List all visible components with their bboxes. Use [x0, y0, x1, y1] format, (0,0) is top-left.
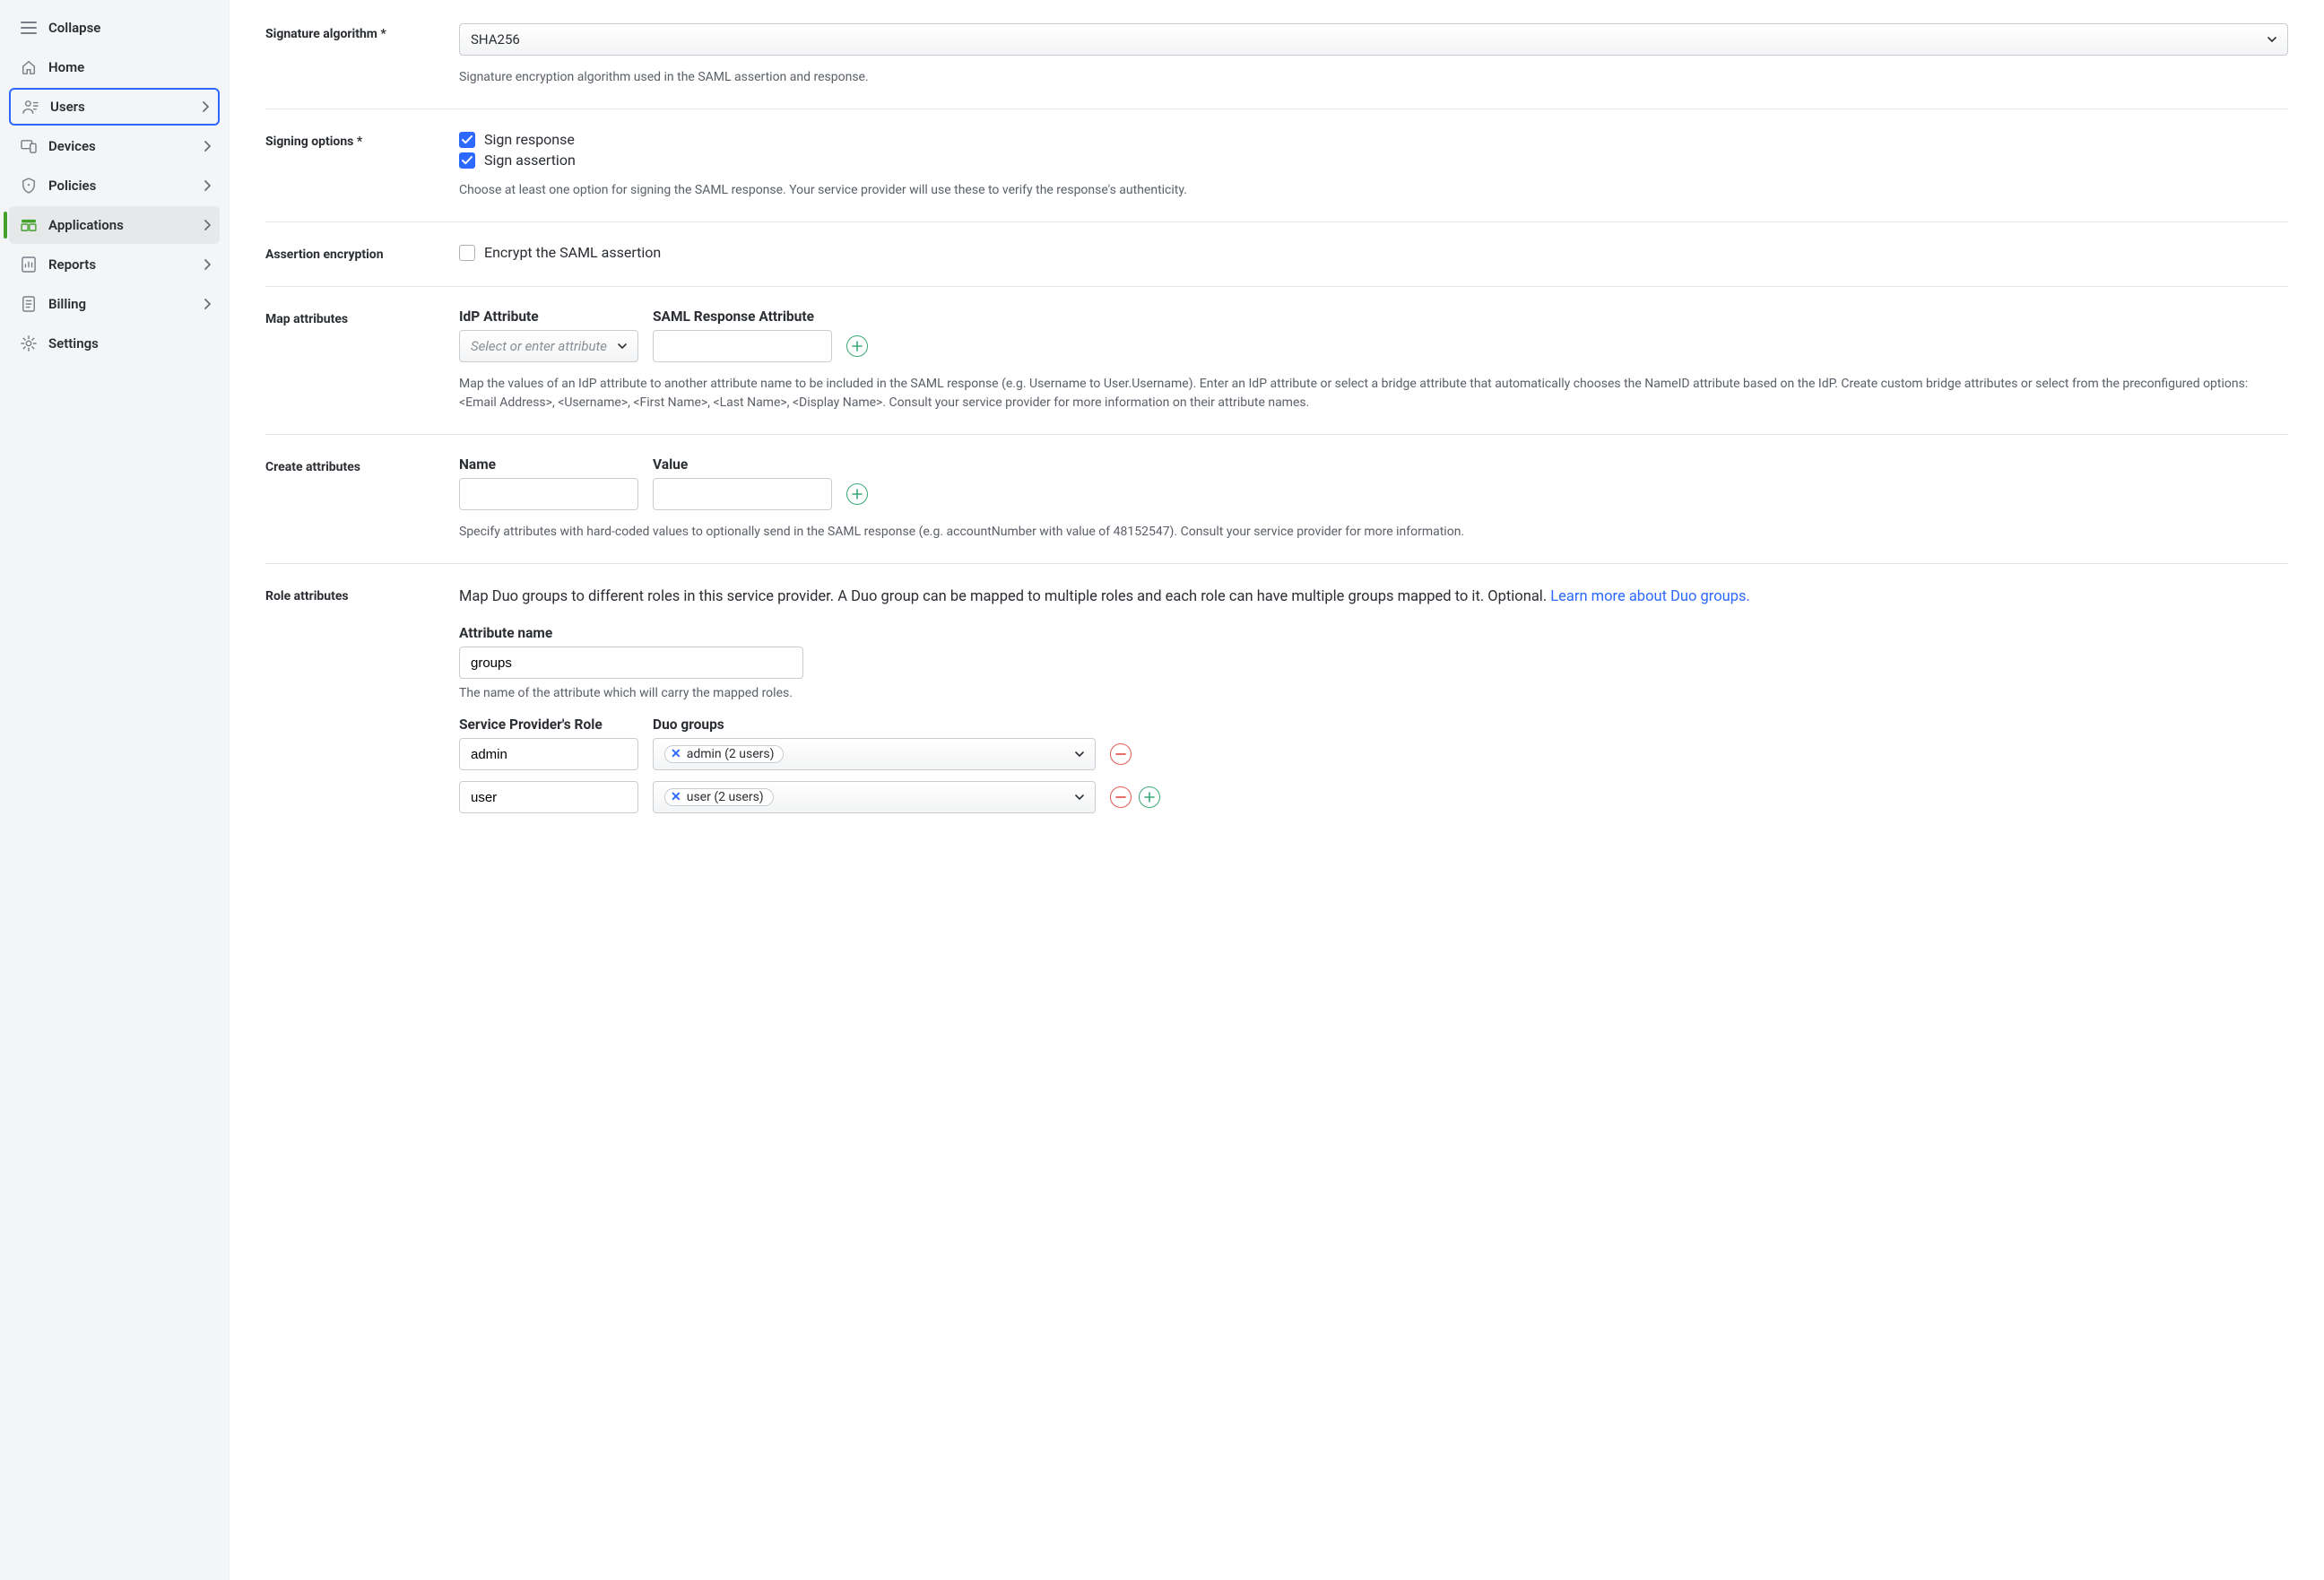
role-attr-row: ✕ admin (2 users) [459, 738, 2288, 770]
sidebar-billing[interactable]: Billing [9, 285, 220, 323]
role-attr-intro: Map Duo groups to different roles in thi… [459, 586, 2288, 609]
chevron-right-icon [204, 180, 211, 191]
checkbox-encrypt-assertion-label: Encrypt the SAML assertion [484, 244, 661, 261]
role-attr-col-role: Service Provider's Role [459, 716, 638, 733]
map-attr-add-button[interactable] [846, 335, 868, 357]
caret-down-icon [618, 343, 627, 349]
checkbox-sign-response-label: Sign response [484, 131, 575, 148]
section-role-attributes: Role attributes Map Duo groups to differ… [265, 564, 2288, 846]
checkbox-sign-assertion[interactable] [459, 152, 475, 169]
chevron-right-icon [204, 259, 211, 270]
sidebar-collapse[interactable]: Collapse [9, 9, 220, 47]
reports-icon [16, 256, 41, 273]
label-signing-options: Signing options * [265, 131, 438, 200]
label-role-attributes: Role attributes [265, 586, 438, 824]
sidebar-home-label: Home [41, 59, 211, 75]
role-attr-role-input[interactable] [459, 738, 638, 770]
role-attr-row: ✕ user (2 users) [459, 781, 2288, 813]
signature-algorithm-value: SHA256 [471, 31, 520, 48]
label-map-attributes: Map attributes [265, 308, 438, 412]
label-assertion-encryption: Assertion encryption [265, 244, 438, 265]
signature-algorithm-select[interactable]: SHA256 [459, 23, 2288, 56]
remove-chip-icon[interactable]: ✕ [671, 747, 681, 761]
create-attr-help: Specify attributes with hard-coded value… [459, 523, 2288, 542]
map-attr-saml-input[interactable] [653, 330, 832, 362]
section-signature-algorithm: Signature algorithm * SHA256 Signature e… [265, 16, 2288, 109]
map-attr-idp-select[interactable]: Select or enter attribute [459, 330, 638, 362]
role-attr-role-input[interactable] [459, 781, 638, 813]
group-chip-label: user (2 users) [687, 790, 764, 804]
role-attr-name-input[interactable] [459, 647, 803, 679]
role-attr-name-help: The name of the attribute which will car… [459, 686, 2288, 700]
checkbox-sign-assertion-label: Sign assertion [484, 152, 576, 169]
create-attr-col-value: Value [653, 456, 832, 473]
sidebar-home[interactable]: Home [9, 48, 220, 86]
group-chip: ✕ user (2 users) [664, 788, 774, 806]
users-icon [18, 100, 43, 114]
sidebar-billing-label: Billing [41, 296, 204, 312]
role-attr-remove-button[interactable] [1110, 786, 1132, 808]
applications-icon [16, 219, 41, 231]
map-attr-col-saml: SAML Response Attribute [653, 308, 832, 325]
billing-icon [16, 296, 41, 312]
role-attr-remove-button[interactable] [1110, 743, 1132, 765]
map-attr-help: Map the values of an IdP attribute to an… [459, 375, 2288, 412]
chevron-right-icon [204, 299, 211, 309]
sidebar-applications-label: Applications [41, 217, 204, 233]
sidebar-devices[interactable]: Devices [9, 127, 220, 165]
sidebar-devices-label: Devices [41, 138, 204, 154]
caret-down-icon [2268, 37, 2276, 42]
role-attr-col-groups: Duo groups [653, 716, 1096, 733]
main-content: Signature algorithm * SHA256 Signature e… [230, 0, 2324, 1580]
sidebar: Collapse Home Users Devices Policies [0, 0, 230, 1580]
create-attr-value-input[interactable] [653, 478, 832, 510]
role-attr-groups-select[interactable]: ✕ user (2 users) [653, 781, 1096, 813]
hamburger-icon [16, 22, 41, 34]
map-attr-idp-placeholder: Select or enter attribute [471, 338, 607, 354]
chevron-right-icon [204, 220, 211, 230]
create-attr-add-button[interactable] [846, 483, 868, 505]
create-attr-name-input[interactable] [459, 478, 638, 510]
gear-icon [16, 335, 41, 352]
checkbox-sign-response[interactable] [459, 132, 475, 148]
sidebar-policies-label: Policies [41, 178, 204, 194]
shield-icon [16, 178, 41, 194]
sidebar-settings-label: Settings [41, 335, 211, 352]
remove-chip-icon[interactable]: ✕ [671, 790, 681, 804]
devices-icon [16, 139, 41, 153]
sidebar-applications[interactable]: Applications [9, 206, 220, 244]
home-icon [16, 59, 41, 75]
caret-down-icon [1075, 751, 1084, 757]
checkbox-encrypt-assertion[interactable] [459, 245, 475, 261]
sidebar-collapse-label: Collapse [41, 20, 211, 36]
section-map-attributes: Map attributes IdP Attribute SAML Respon… [265, 287, 2288, 435]
section-signing-options: Signing options * Sign response Sign ass… [265, 109, 2288, 222]
group-chip: ✕ admin (2 users) [664, 745, 784, 763]
label-signature-algorithm: Signature algorithm * [265, 23, 438, 87]
section-assertion-encryption: Assertion encryption Encrypt the SAML as… [265, 222, 2288, 287]
group-chip-label: admin (2 users) [687, 747, 775, 761]
chevron-right-icon [202, 101, 209, 112]
sidebar-reports-label: Reports [41, 256, 204, 273]
label-create-attributes: Create attributes [265, 456, 438, 542]
link-learn-duo-groups[interactable]: Learn more about Duo groups. [1550, 588, 1750, 605]
sidebar-users-label: Users [43, 99, 202, 115]
chevron-right-icon [204, 141, 211, 152]
sidebar-reports[interactable]: Reports [9, 246, 220, 283]
sidebar-settings[interactable]: Settings [9, 325, 220, 362]
map-attr-col-idp: IdP Attribute [459, 308, 638, 325]
caret-down-icon [1075, 794, 1084, 800]
role-attr-add-button[interactable] [1139, 786, 1160, 808]
role-attr-groups-select[interactable]: ✕ admin (2 users) [653, 738, 1096, 770]
role-attr-name-label: Attribute name [459, 625, 2288, 641]
create-attr-col-name: Name [459, 456, 638, 473]
signing-options-help: Choose at least one option for signing t… [459, 181, 2288, 200]
section-create-attributes: Create attributes Name Value Specify att… [265, 435, 2288, 564]
sidebar-policies[interactable]: Policies [9, 167, 220, 204]
signature-algorithm-help: Signature encryption algorithm used in t… [459, 68, 2288, 87]
sidebar-users[interactable]: Users [9, 88, 220, 126]
